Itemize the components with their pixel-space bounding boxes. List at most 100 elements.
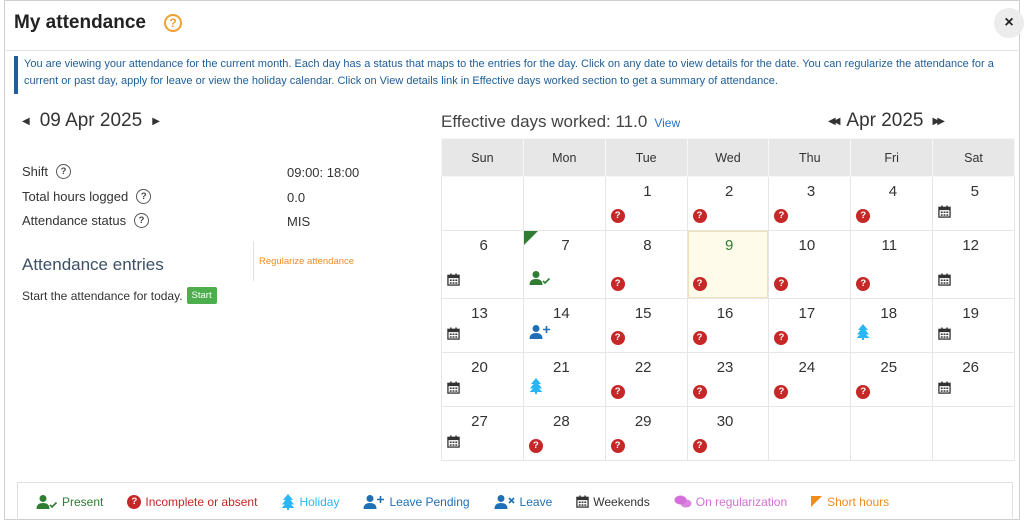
calendar-day[interactable]: 21: [522, 352, 606, 407]
status-row: Attendance status ?: [22, 213, 150, 228]
red-question-icon: ?: [610, 435, 625, 453]
calendar-day[interactable]: 4?: [850, 176, 934, 231]
day-number: 2: [725, 183, 734, 200]
user-check-icon: [36, 494, 62, 510]
entries-title: Attendance entries: [22, 255, 164, 274]
calendar-day[interactable]: 6: [441, 230, 524, 299]
next-day-icon[interactable]: ▶: [152, 116, 160, 127]
calendar-day[interactable]: 10?: [768, 230, 852, 299]
calendar-icon: [938, 327, 951, 345]
effective-days: Effective days worked: 11.0 View: [441, 112, 680, 132]
close-button[interactable]: ×: [994, 8, 1024, 38]
help-icon[interactable]: ?: [163, 14, 182, 32]
weekday-header: Wed: [686, 138, 770, 177]
calendar-day[interactable]: 22?: [604, 352, 688, 407]
regularize-link[interactable]: Regularize attendance: [259, 256, 354, 267]
month-navigator: ◀◀ Apr 2025 ▶▶: [828, 110, 946, 132]
red-question-icon: ?: [610, 327, 625, 345]
legend-label: Incomplete or absent: [145, 494, 258, 509]
help-icon[interactable]: ?: [134, 213, 150, 228]
calendar-day[interactable]: 11?: [850, 230, 934, 299]
day-number: 11: [881, 237, 898, 254]
legend-label: Short hours: [827, 494, 890, 509]
red-question-icon: ?: [692, 327, 707, 345]
calendar-icon: [447, 273, 460, 291]
day-number: 3: [806, 183, 816, 200]
day-number: 23: [716, 359, 734, 376]
day-number: 7: [561, 237, 570, 254]
calendar-day[interactable]: 16?: [686, 298, 770, 353]
day-number: 9: [725, 237, 734, 254]
calendar-day[interactable]: 29?: [604, 406, 688, 461]
calendar-day[interactable]: 23?: [686, 352, 770, 407]
calendar-day[interactable]: 7: [522, 230, 606, 299]
help-icon[interactable]: ?: [136, 189, 152, 204]
calendar-day[interactable]: 30?: [686, 406, 770, 461]
day-number: 13: [471, 305, 488, 322]
calendar-day[interactable]: 1?: [604, 176, 688, 231]
day-number: 17: [798, 305, 816, 322]
view-link[interactable]: View: [654, 116, 680, 130]
shift-row: Shift ?: [22, 164, 72, 179]
calendar-day[interactable]: 2?: [686, 176, 770, 231]
shift-value: 09:00: 18:00: [287, 165, 360, 180]
calendar-day[interactable]: 27: [441, 406, 524, 461]
calendar-empty-cell: [768, 406, 852, 461]
calendar-day[interactable]: 3?: [768, 176, 852, 231]
calendar-icon: [938, 381, 951, 399]
day-number: 18: [880, 305, 898, 322]
calendar-day[interactable]: 18: [850, 298, 934, 353]
day-number: 8: [643, 237, 652, 254]
header-divider: [4, 50, 1020, 51]
red-question-icon: ?: [774, 205, 789, 223]
calendar-day[interactable]: 25?: [850, 352, 934, 407]
calendar-grid: Sun Mon Tue Wed Thu Fri Sat 1? 2? 3? 4? 5 6 7 8? 9? 10?…: [441, 138, 1015, 461]
chat-icon: [674, 495, 696, 509]
calendar-day[interactable]: 8?: [604, 230, 688, 299]
hours-label: Total hours logged: [22, 189, 129, 204]
page-title: My attendance: [14, 12, 146, 33]
tree-icon: [856, 324, 870, 345]
prev-day-icon[interactable]: ◀: [22, 116, 30, 127]
info-banner: You are viewing your attendance for the …: [14, 56, 1004, 94]
calendar-day[interactable]: 17?: [768, 298, 852, 353]
start-button[interactable]: Start: [186, 287, 217, 304]
red-question-icon: ?: [692, 435, 707, 453]
calendar-day[interactable]: 13: [441, 298, 524, 353]
calendar-day[interactable]: 24?: [768, 352, 852, 407]
day-number: 24: [798, 359, 816, 376]
start-text: Start the attendance for today.: [22, 288, 183, 303]
day-number: 14: [553, 305, 570, 322]
legend: Present? Incomplete or absent Holiday Leave…: [17, 482, 1013, 520]
calendar-day[interactable]: 20: [441, 352, 524, 407]
calendar-icon: [938, 273, 951, 291]
red-question-icon: ?: [692, 273, 707, 291]
calendar-day[interactable]: 26: [932, 352, 1015, 407]
calendar-day[interactable]: 12: [932, 230, 1015, 299]
hours-row: Total hours logged ?: [22, 189, 152, 204]
calendar-day[interactable]: 15?: [604, 298, 688, 353]
calendar-day[interactable]: 9?: [686, 230, 770, 299]
weekday-header: Sun: [441, 138, 524, 177]
legend-label: Leave Pending: [389, 494, 470, 509]
calendar-day[interactable]: 19: [932, 298, 1015, 353]
calendar-day[interactable]: 28?: [522, 406, 606, 461]
red-question-icon: ?: [774, 273, 789, 291]
legend-item: Short hours: [811, 495, 889, 509]
prev-month-icon[interactable]: ◀◀: [828, 116, 841, 127]
calendar-day[interactable]: 14: [522, 298, 606, 353]
selected-date: 09 Apr 2025: [39, 110, 143, 131]
day-number: 25: [880, 359, 898, 376]
legend-item: Weekends: [576, 495, 650, 509]
legend-item: On regularization: [674, 495, 787, 509]
red-question-icon: ?: [774, 327, 789, 345]
day-number: 15: [634, 305, 652, 322]
day-number: 12: [962, 237, 979, 254]
short-hours-icon: [811, 495, 827, 508]
calendar-day[interactable]: 5: [932, 176, 1015, 231]
day-number: 22: [634, 359, 652, 376]
help-icon[interactable]: ?: [56, 164, 72, 179]
legend-item: Leave: [494, 494, 552, 510]
day-number: 4: [888, 183, 898, 200]
next-month-icon[interactable]: ▶▶: [933, 116, 946, 127]
